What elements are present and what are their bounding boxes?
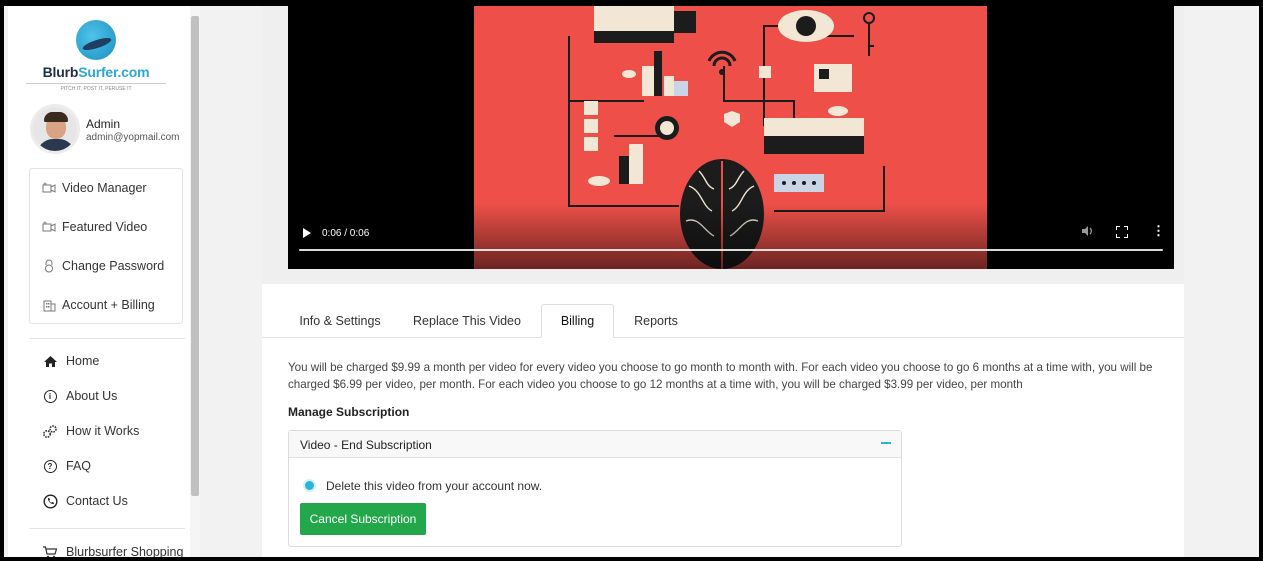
delete-video-label: Delete this video from your account now. <box>326 479 543 493</box>
gears-icon <box>42 423 58 439</box>
manage-subscription-heading: Manage Subscription <box>288 405 410 419</box>
tab-reports[interactable]: Reports <box>624 304 688 338</box>
nav-item-contact-us[interactable]: Contact Us <box>42 491 128 511</box>
delete-video-radio[interactable] <box>303 479 316 492</box>
account-menu: Video Manager Featured Video Change Pass… <box>29 168 183 324</box>
tab-billing[interactable]: Billing <box>541 304 614 338</box>
tab-replace-this-video[interactable]: Replace This Video <box>406 304 528 338</box>
nav-label: FAQ <box>66 459 92 473</box>
collapse-minus-icon[interactable] <box>881 442 891 444</box>
menu-item-label: Featured Video <box>62 220 148 234</box>
nav-label: Contact Us <box>66 494 128 508</box>
menu-item-label: Account + Billing <box>62 298 155 312</box>
brand-name-part1: Blurb <box>42 64 79 80</box>
menu-item-label: Change Password <box>62 259 165 273</box>
sidebar-scrollbar-thumb[interactable] <box>191 16 199 496</box>
sidebar-divider <box>29 338 185 339</box>
nav-label: About Us <box>66 389 118 403</box>
phone-icon <box>42 493 58 509</box>
panel-title: Video - End Subscription <box>300 438 432 452</box>
tab-bar: Info & Settings Replace This Video Billi… <box>262 304 1184 338</box>
more-options-icon[interactable]: ⋮ <box>1152 224 1165 240</box>
billing-description: You will be charged $9.99 a month per vi… <box>288 361 1153 391</box>
play-icon[interactable] <box>302 227 314 239</box>
nav-label: Home <box>66 354 100 368</box>
nav-label: How it Works <box>66 424 140 438</box>
sidebar: BlurbSurfer.com PITCH IT, POST IT, PERUS… <box>8 6 190 557</box>
brand-logo[interactable]: BlurbSurfer.com PITCH IT, POST IT, PERUS… <box>26 20 166 94</box>
video-progress-bar[interactable] <box>299 249 1163 251</box>
sidebar-divider <box>29 528 185 529</box>
end-subscription-panel: Video - End Subscription Delete this vid… <box>288 430 902 547</box>
cancel-subscription-button[interactable]: Cancel Subscription <box>300 503 426 535</box>
profile-email: admin@yopmail.com <box>86 132 180 143</box>
video-camera-icon <box>42 181 56 195</box>
video-player[interactable]: 0:06 / 0:06 ⋮ <box>288 6 1174 269</box>
video-controls: 0:06 / 0:06 ⋮ <box>288 203 1174 269</box>
video-timecode: 0:06 / 0:06 <box>322 228 370 239</box>
user-profile: Admin admin@yopmail.com <box>30 104 190 158</box>
app-window: BlurbSurfer.com PITCH IT, POST IT, PERUS… <box>4 6 1259 557</box>
menu-item-featured-video[interactable]: Featured Video <box>42 217 147 237</box>
menu-item-video-manager[interactable]: Video Manager <box>42 178 147 198</box>
brand-name-part2: Surfer.com <box>78 64 150 80</box>
cart-icon <box>42 544 58 557</box>
nav-item-how-it-works[interactable]: How it Works <box>42 421 139 441</box>
nav-item-about-us[interactable]: i About Us <box>42 386 117 406</box>
nav-item-home[interactable]: Home <box>42 351 99 371</box>
brand-tagline: PITCH IT, POST IT, PERUSE IT <box>26 83 166 92</box>
question-icon: ? <box>42 458 58 474</box>
lock-icon <box>42 259 56 273</box>
brand-name: BlurbSurfer.com <box>26 64 166 80</box>
avatar <box>30 104 80 154</box>
info-icon: i <box>42 388 58 404</box>
nav-item-blurbsurfer-shopping[interactable]: Blurbsurfer Shopping <box>42 542 183 557</box>
menu-item-account-billing[interactable]: Account + Billing <box>42 295 155 315</box>
nav-label: Blurbsurfer Shopping <box>66 545 184 557</box>
home-icon <box>42 353 58 369</box>
video-section: 0:06 / 0:06 ⋮ <box>262 6 1184 284</box>
building-icon <box>42 298 56 312</box>
panel-header[interactable]: Video - End Subscription <box>289 431 901 458</box>
volume-icon[interactable] <box>1081 225 1095 239</box>
video-camera-icon <box>42 220 56 234</box>
profile-name: Admin <box>86 117 121 131</box>
main-content: 0:06 / 0:06 ⋮ Info & Settings Replace Th… <box>262 6 1184 557</box>
menu-item-change-password[interactable]: Change Password <box>42 256 164 276</box>
fullscreen-icon[interactable] <box>1116 226 1128 238</box>
globe-surfer-icon <box>76 20 116 60</box>
nav-item-faq[interactable]: ? FAQ <box>42 456 91 476</box>
tab-info-settings[interactable]: Info & Settings <box>287 304 393 338</box>
menu-item-label: Video Manager <box>62 181 147 195</box>
